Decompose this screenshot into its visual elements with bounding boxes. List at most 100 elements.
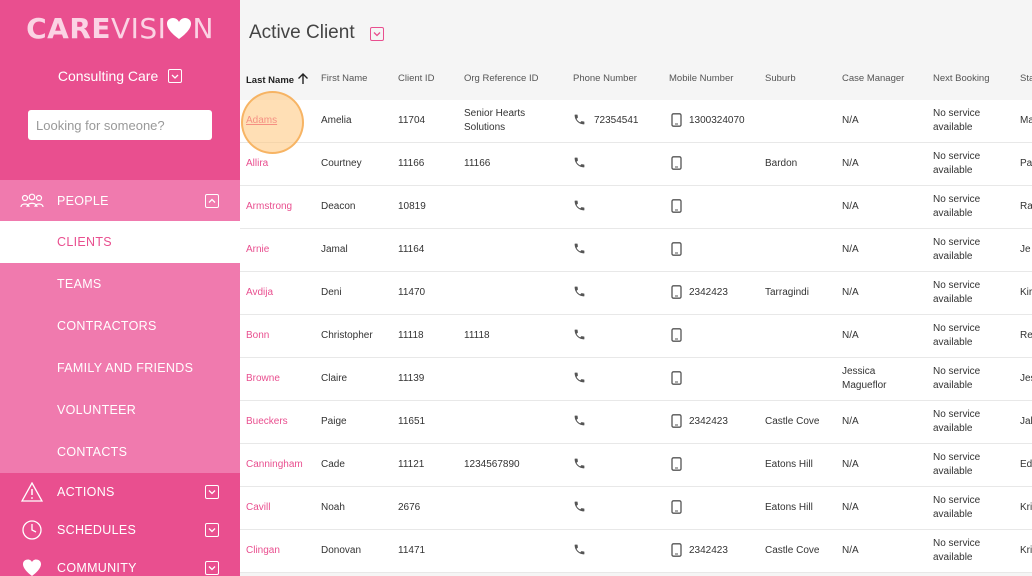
phone-icon[interactable] xyxy=(573,328,586,346)
nav-teams[interactable]: TEAMS xyxy=(0,263,240,305)
phone-icon[interactable] xyxy=(573,285,586,303)
client-first-name: Deacon xyxy=(321,201,356,212)
client-id: 2676 xyxy=(398,502,421,513)
nav-contacts[interactable]: CONTACTS xyxy=(0,431,240,473)
client-id: 11166 xyxy=(398,158,425,169)
nav-people[interactable]: PEOPLE xyxy=(0,180,240,222)
phone-icon[interactable] xyxy=(573,543,586,561)
phone-icon[interactable] xyxy=(573,242,586,260)
chevron-down-icon[interactable] xyxy=(205,485,219,499)
phone-icon[interactable] xyxy=(573,500,586,518)
client-last-name-link[interactable]: Canningham xyxy=(246,458,303,472)
nav-schedules-label: SCHEDULES xyxy=(57,523,137,537)
table-row[interactable]: Cavill Noah 2676 Eatons Hill N/A No service a… xyxy=(240,487,1032,530)
client-last-name-link[interactable]: Arnie xyxy=(246,243,269,257)
client-last-name-link[interactable]: Avdija xyxy=(246,286,273,300)
client-last-name-link[interactable]: Bueckers xyxy=(246,415,288,429)
chevron-down-icon[interactable] xyxy=(370,27,384,41)
mobile-icon[interactable] xyxy=(671,285,682,304)
nav-schedules[interactable]: SCHEDULES xyxy=(0,511,240,549)
client-last-name-link[interactable]: Armstrong xyxy=(246,200,292,214)
nav-contractors[interactable]: CONTRACTORS xyxy=(0,305,240,347)
next-booking: No service available xyxy=(933,194,981,219)
nav-volunteer-label: VOLUNTEER xyxy=(57,403,137,417)
nav-family-label: FAMILY AND FRIENDS xyxy=(57,361,194,375)
chevron-up-icon[interactable] xyxy=(205,194,219,208)
client-last-name-link[interactable]: Bonn xyxy=(246,329,269,343)
client-first-name: Claire xyxy=(321,373,348,384)
col-status[interactable]: Sta xyxy=(1020,73,1032,84)
client-last-name-link[interactable]: Clingan xyxy=(246,544,280,558)
client-last-name-link[interactable]: Adams xyxy=(246,114,277,128)
chevron-down-icon[interactable] xyxy=(168,69,183,83)
client-last-name-link[interactable]: Browne xyxy=(246,372,280,386)
table-row[interactable]: Bueckers Paige 11651 2342423 Castle Cove N/A N… xyxy=(240,401,1032,444)
nav-family-and-friends[interactable]: FAMILY AND FRIENDS xyxy=(0,347,240,389)
col-client-id[interactable]: Client ID xyxy=(398,73,434,84)
col-case-manager[interactable]: Case Manager xyxy=(842,73,904,84)
mobile-icon[interactable] xyxy=(671,543,682,562)
table-row[interactable]: Clingan Donovan 11471 2342423 Castle Cove N/A… xyxy=(240,530,1032,573)
search-input[interactable] xyxy=(28,110,212,140)
case-manager: N/A xyxy=(842,244,859,255)
nav-clients[interactable]: CLIENTS xyxy=(0,221,240,263)
table-row[interactable]: Adams Amelia 11704 Senior Hearts Solutions 7… xyxy=(240,100,1032,143)
status: Jes xyxy=(1020,373,1032,384)
org-selector[interactable]: Consulting Care xyxy=(0,68,240,84)
status: Kri xyxy=(1020,502,1032,513)
col-org-reference-id[interactable]: Org Reference ID xyxy=(464,73,538,84)
chevron-down-icon[interactable] xyxy=(205,561,219,575)
mobile-icon[interactable] xyxy=(671,113,682,132)
col-last-name[interactable]: Last Name xyxy=(246,73,309,86)
next-booking: No service available xyxy=(933,151,981,176)
phone-icon[interactable] xyxy=(573,113,586,131)
mobile-icon[interactable] xyxy=(671,156,682,175)
col-next-booking[interactable]: Next Booking xyxy=(933,73,990,84)
phone-icon[interactable] xyxy=(573,457,586,475)
next-booking: No service available xyxy=(933,323,981,348)
table-row[interactable]: Arnie Jamal 11164 N/A No service available Je xyxy=(240,229,1032,272)
table-row[interactable]: Armstrong Deacon 10819 N/A No service availa… xyxy=(240,186,1032,229)
mobile-icon[interactable] xyxy=(671,242,682,261)
phone-icon[interactable] xyxy=(573,414,586,432)
next-booking: No service available xyxy=(933,452,981,477)
next-booking: No service available xyxy=(933,538,981,563)
client-first-name: Noah xyxy=(321,502,345,513)
col-mobile-number[interactable]: Mobile Number xyxy=(669,73,733,84)
phone-icon[interactable] xyxy=(573,199,586,217)
mobile-icon[interactable] xyxy=(671,199,682,218)
nav-people-label: PEOPLE xyxy=(57,194,109,208)
mobile-icon[interactable] xyxy=(671,414,682,433)
status: Kir xyxy=(1020,287,1032,298)
mobile-icon[interactable] xyxy=(671,371,682,390)
col-first-name[interactable]: First Name xyxy=(321,73,367,84)
nav-volunteer[interactable]: VOLUNTEER xyxy=(0,389,240,431)
client-first-name: Christopher xyxy=(321,330,373,341)
phone-icon[interactable] xyxy=(573,371,586,389)
table-row[interactable]: Allira Courtney 11166 11166 Bardon N/A No serv… xyxy=(240,143,1032,186)
clock-icon xyxy=(20,518,44,542)
col-suburb[interactable]: Suburb xyxy=(765,73,796,84)
heart-icon xyxy=(166,15,192,48)
mobile-icon[interactable] xyxy=(671,328,682,347)
client-first-name: Amelia xyxy=(321,115,352,126)
logo-vision: VISI xyxy=(111,12,167,45)
nav-actions[interactable]: ACTIONS xyxy=(0,473,240,511)
chevron-down-icon[interactable] xyxy=(205,523,219,537)
client-first-name: Donovan xyxy=(321,545,362,556)
table-row[interactable]: Canningham Cade 11121 1234567890 Eatons Hill… xyxy=(240,444,1032,487)
org-reference-id: 11118 xyxy=(464,330,490,341)
table-row[interactable]: Avdija Deni 11470 2342423 Tarragindi N/A No se… xyxy=(240,272,1032,315)
suburb: Castle Cove xyxy=(765,416,820,427)
table-row[interactable]: Bonn Christopher 11118 11118 N/A No service a… xyxy=(240,315,1032,358)
mobile-icon[interactable] xyxy=(671,457,682,476)
table-row[interactable]: Browne Claire 11139 Jessica Magueflor No ser… xyxy=(240,358,1032,401)
phone-icon[interactable] xyxy=(573,156,586,174)
status: Ra xyxy=(1020,201,1032,212)
client-last-name-link[interactable]: Cavill xyxy=(246,501,270,515)
mobile-icon[interactable] xyxy=(671,500,682,519)
col-phone-number[interactable]: Phone Number xyxy=(573,73,637,84)
nav-community[interactable]: COMMUNITY xyxy=(0,549,240,576)
next-booking: No service available xyxy=(933,280,981,305)
client-last-name-link[interactable]: Allira xyxy=(246,157,268,171)
